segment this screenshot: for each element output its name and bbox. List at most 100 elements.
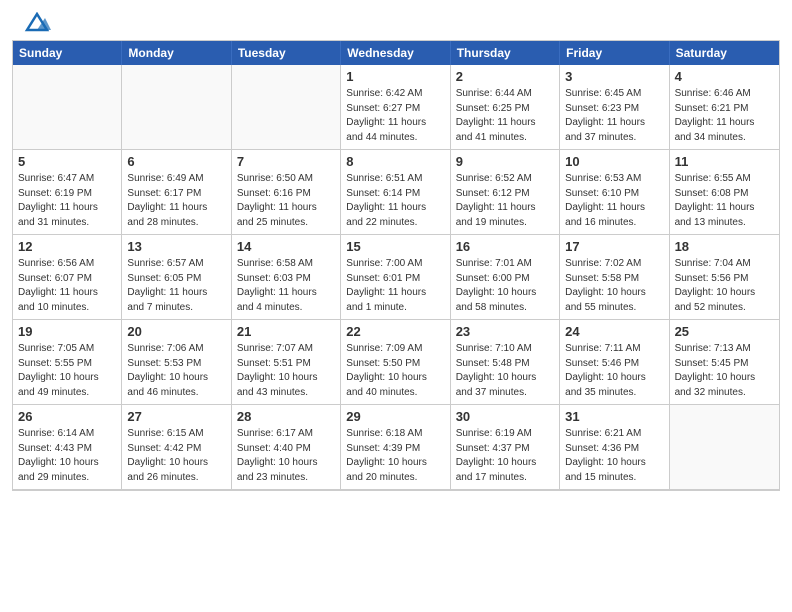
day-info: Sunrise: 6:51 AMSunset: 6:14 PMDaylight:… bbox=[346, 172, 444, 230]
header-day-wednesday: Wednesday bbox=[341, 41, 450, 65]
day-info: Sunrise: 6:49 AMSunset: 6:17 PMDaylight:… bbox=[127, 172, 225, 230]
day-cell-20: 20 Sunrise: 7:06 AMSunset: 5:53 PMDayligh… bbox=[122, 320, 231, 405]
empty-cell bbox=[122, 65, 231, 150]
logo bbox=[20, 12, 51, 34]
day-cell-26: 26 Sunrise: 6:14 AMSunset: 4:43 PMDayligh… bbox=[13, 405, 122, 490]
day-cell-13: 13 Sunrise: 6:57 AMSunset: 6:05 PMDayligh… bbox=[122, 235, 231, 320]
day-cell-18: 18Sunrise: 7:04 AMSunset: 5:56 PMDayligh… bbox=[670, 235, 779, 320]
day-cell-8: 8 Sunrise: 6:51 AMSunset: 6:14 PMDaylight… bbox=[341, 150, 450, 235]
day-cell-6: 6 Sunrise: 6:49 AMSunset: 6:17 PMDaylight… bbox=[122, 150, 231, 235]
day-info: Sunrise: 6:57 AMSunset: 6:05 PMDaylight:… bbox=[127, 257, 225, 315]
day-cell-27: 27Sunrise: 6:15 AMSunset: 4:42 PMDayligh… bbox=[122, 405, 231, 490]
day-cell-16: 16 Sunrise: 7:01 AMSunset: 6:00 PMDayligh… bbox=[451, 235, 560, 320]
day-number: 26 bbox=[18, 409, 116, 424]
page-container: SundayMondayTuesdayWednesdayThursdayFrid… bbox=[0, 0, 792, 491]
day-info: Sunrise: 7:00 AMSunset: 6:01 PMDaylight:… bbox=[346, 257, 444, 315]
day-number: 29 bbox=[346, 409, 444, 424]
header-day-tuesday: Tuesday bbox=[232, 41, 341, 65]
logo-icon bbox=[23, 12, 51, 34]
day-number: 28 bbox=[237, 409, 335, 424]
day-info: Sunrise: 6:19 AMSunset: 4:37 PMDaylight:… bbox=[456, 427, 554, 485]
day-cell-4: 4Sunrise: 6:46 AMSunset: 6:21 PMDaylight… bbox=[670, 65, 779, 150]
day-number: 23 bbox=[456, 324, 554, 339]
day-cell-29: 29 Sunrise: 6:18 AMSunset: 4:39 PMDayligh… bbox=[341, 405, 450, 490]
day-info: Sunrise: 6:55 AMSunset: 6:08 PMDaylight:… bbox=[675, 172, 774, 230]
day-number: 4 bbox=[675, 69, 774, 84]
day-number: 19 bbox=[18, 324, 116, 339]
day-cell-12: 12Sunrise: 6:56 AMSunset: 6:07 PMDayligh… bbox=[13, 235, 122, 320]
calendar-body: 1Sunrise: 6:42 AMSunset: 6:27 PMDaylight… bbox=[13, 65, 779, 490]
day-cell-22: 22 Sunrise: 7:09 AMSunset: 5:50 PMDayligh… bbox=[341, 320, 450, 405]
day-number: 3 bbox=[565, 69, 663, 84]
day-cell-23: 23 Sunrise: 7:10 AMSunset: 5:48 PMDayligh… bbox=[451, 320, 560, 405]
header-day-thursday: Thursday bbox=[451, 41, 560, 65]
day-info: Sunrise: 6:21 AMSunset: 4:36 PMDaylight:… bbox=[565, 427, 663, 485]
day-number: 24 bbox=[565, 324, 663, 339]
day-number: 30 bbox=[456, 409, 554, 424]
day-info: Sunrise: 7:07 AMSunset: 5:51 PMDaylight:… bbox=[237, 342, 335, 400]
day-cell-19: 19Sunrise: 7:05 AMSunset: 5:55 PMDayligh… bbox=[13, 320, 122, 405]
day-cell-30: 30 Sunrise: 6:19 AMSunset: 4:37 PMDayligh… bbox=[451, 405, 560, 490]
day-number: 10 bbox=[565, 154, 663, 169]
day-info: Sunrise: 7:04 AMSunset: 5:56 PMDaylight:… bbox=[675, 257, 774, 315]
day-number: 20 bbox=[127, 324, 225, 339]
day-number: 21 bbox=[237, 324, 335, 339]
day-number: 8 bbox=[346, 154, 444, 169]
day-cell-24: 24 Sunrise: 7:11 AMSunset: 5:46 PMDayligh… bbox=[560, 320, 669, 405]
calendar: SundayMondayTuesdayWednesdayThursdayFrid… bbox=[12, 40, 780, 491]
day-cell-17: 17 Sunrise: 7:02 AMSunset: 5:58 PMDayligh… bbox=[560, 235, 669, 320]
day-info: Sunrise: 6:18 AMSunset: 4:39 PMDaylight:… bbox=[346, 427, 444, 485]
day-number: 12 bbox=[18, 239, 116, 254]
day-info: Sunrise: 6:17 AMSunset: 4:40 PMDaylight:… bbox=[237, 427, 335, 485]
day-number: 14 bbox=[237, 239, 335, 254]
empty-cell bbox=[232, 65, 341, 150]
day-cell-21: 21 Sunrise: 7:07 AMSunset: 5:51 PMDayligh… bbox=[232, 320, 341, 405]
day-info: Sunrise: 7:10 AMSunset: 5:48 PMDaylight:… bbox=[456, 342, 554, 400]
calendar-header: SundayMondayTuesdayWednesdayThursdayFrid… bbox=[13, 41, 779, 65]
day-cell-9: 9 Sunrise: 6:52 AMSunset: 6:12 PMDaylight… bbox=[451, 150, 560, 235]
day-cell-15: 15 Sunrise: 7:00 AMSunset: 6:01 PMDayligh… bbox=[341, 235, 450, 320]
day-info: Sunrise: 7:01 AMSunset: 6:00 PMDaylight:… bbox=[456, 257, 554, 315]
empty-cell bbox=[670, 405, 779, 490]
day-cell-2: 2 Sunrise: 6:44 AMSunset: 6:25 PMDaylight… bbox=[451, 65, 560, 150]
empty-cell bbox=[13, 65, 122, 150]
day-cell-11: 11Sunrise: 6:55 AMSunset: 6:08 PMDayligh… bbox=[670, 150, 779, 235]
day-info: Sunrise: 7:02 AMSunset: 5:58 PMDaylight:… bbox=[565, 257, 663, 315]
day-info: Sunrise: 6:52 AMSunset: 6:12 PMDaylight:… bbox=[456, 172, 554, 230]
day-cell-28: 28 Sunrise: 6:17 AMSunset: 4:40 PMDayligh… bbox=[232, 405, 341, 490]
header-day-monday: Monday bbox=[122, 41, 231, 65]
header-day-saturday: Saturday bbox=[670, 41, 779, 65]
day-info: Sunrise: 6:53 AMSunset: 6:10 PMDaylight:… bbox=[565, 172, 663, 230]
day-number: 17 bbox=[565, 239, 663, 254]
day-info: Sunrise: 6:47 AMSunset: 6:19 PMDaylight:… bbox=[18, 172, 116, 230]
day-info: Sunrise: 7:09 AMSunset: 5:50 PMDaylight:… bbox=[346, 342, 444, 400]
day-number: 9 bbox=[456, 154, 554, 169]
day-number: 25 bbox=[675, 324, 774, 339]
day-cell-10: 10 Sunrise: 6:53 AMSunset: 6:10 PMDayligh… bbox=[560, 150, 669, 235]
day-number: 7 bbox=[237, 154, 335, 169]
day-number: 15 bbox=[346, 239, 444, 254]
day-number: 6 bbox=[127, 154, 225, 169]
day-info: Sunrise: 7:11 AMSunset: 5:46 PMDaylight:… bbox=[565, 342, 663, 400]
day-info: Sunrise: 6:14 AMSunset: 4:43 PMDaylight:… bbox=[18, 427, 116, 485]
day-info: Sunrise: 7:13 AMSunset: 5:45 PMDaylight:… bbox=[675, 342, 774, 400]
day-number: 2 bbox=[456, 69, 554, 84]
day-number: 31 bbox=[565, 409, 663, 424]
day-number: 5 bbox=[18, 154, 116, 169]
day-number: 22 bbox=[346, 324, 444, 339]
day-info: Sunrise: 6:44 AMSunset: 6:25 PMDaylight:… bbox=[456, 87, 554, 145]
day-cell-7: 7Sunrise: 6:50 AMSunset: 6:16 PMDaylight… bbox=[232, 150, 341, 235]
day-cell-1: 1Sunrise: 6:42 AMSunset: 6:27 PMDaylight… bbox=[341, 65, 450, 150]
day-info: Sunrise: 6:15 AMSunset: 4:42 PMDaylight:… bbox=[127, 427, 225, 485]
day-cell-5: 5 Sunrise: 6:47 AMSunset: 6:19 PMDaylight… bbox=[13, 150, 122, 235]
header-day-sunday: Sunday bbox=[13, 41, 122, 65]
header bbox=[0, 0, 792, 40]
day-number: 16 bbox=[456, 239, 554, 254]
day-info: Sunrise: 7:06 AMSunset: 5:53 PMDaylight:… bbox=[127, 342, 225, 400]
day-cell-25: 25 Sunrise: 7:13 AMSunset: 5:45 PMDayligh… bbox=[670, 320, 779, 405]
day-info: Sunrise: 6:45 AMSunset: 6:23 PMDaylight:… bbox=[565, 87, 663, 145]
day-cell-3: 3 Sunrise: 6:45 AMSunset: 6:23 PMDaylight… bbox=[560, 65, 669, 150]
header-day-friday: Friday bbox=[560, 41, 669, 65]
day-number: 13 bbox=[127, 239, 225, 254]
day-cell-14: 14Sunrise: 6:58 AMSunset: 6:03 PMDayligh… bbox=[232, 235, 341, 320]
